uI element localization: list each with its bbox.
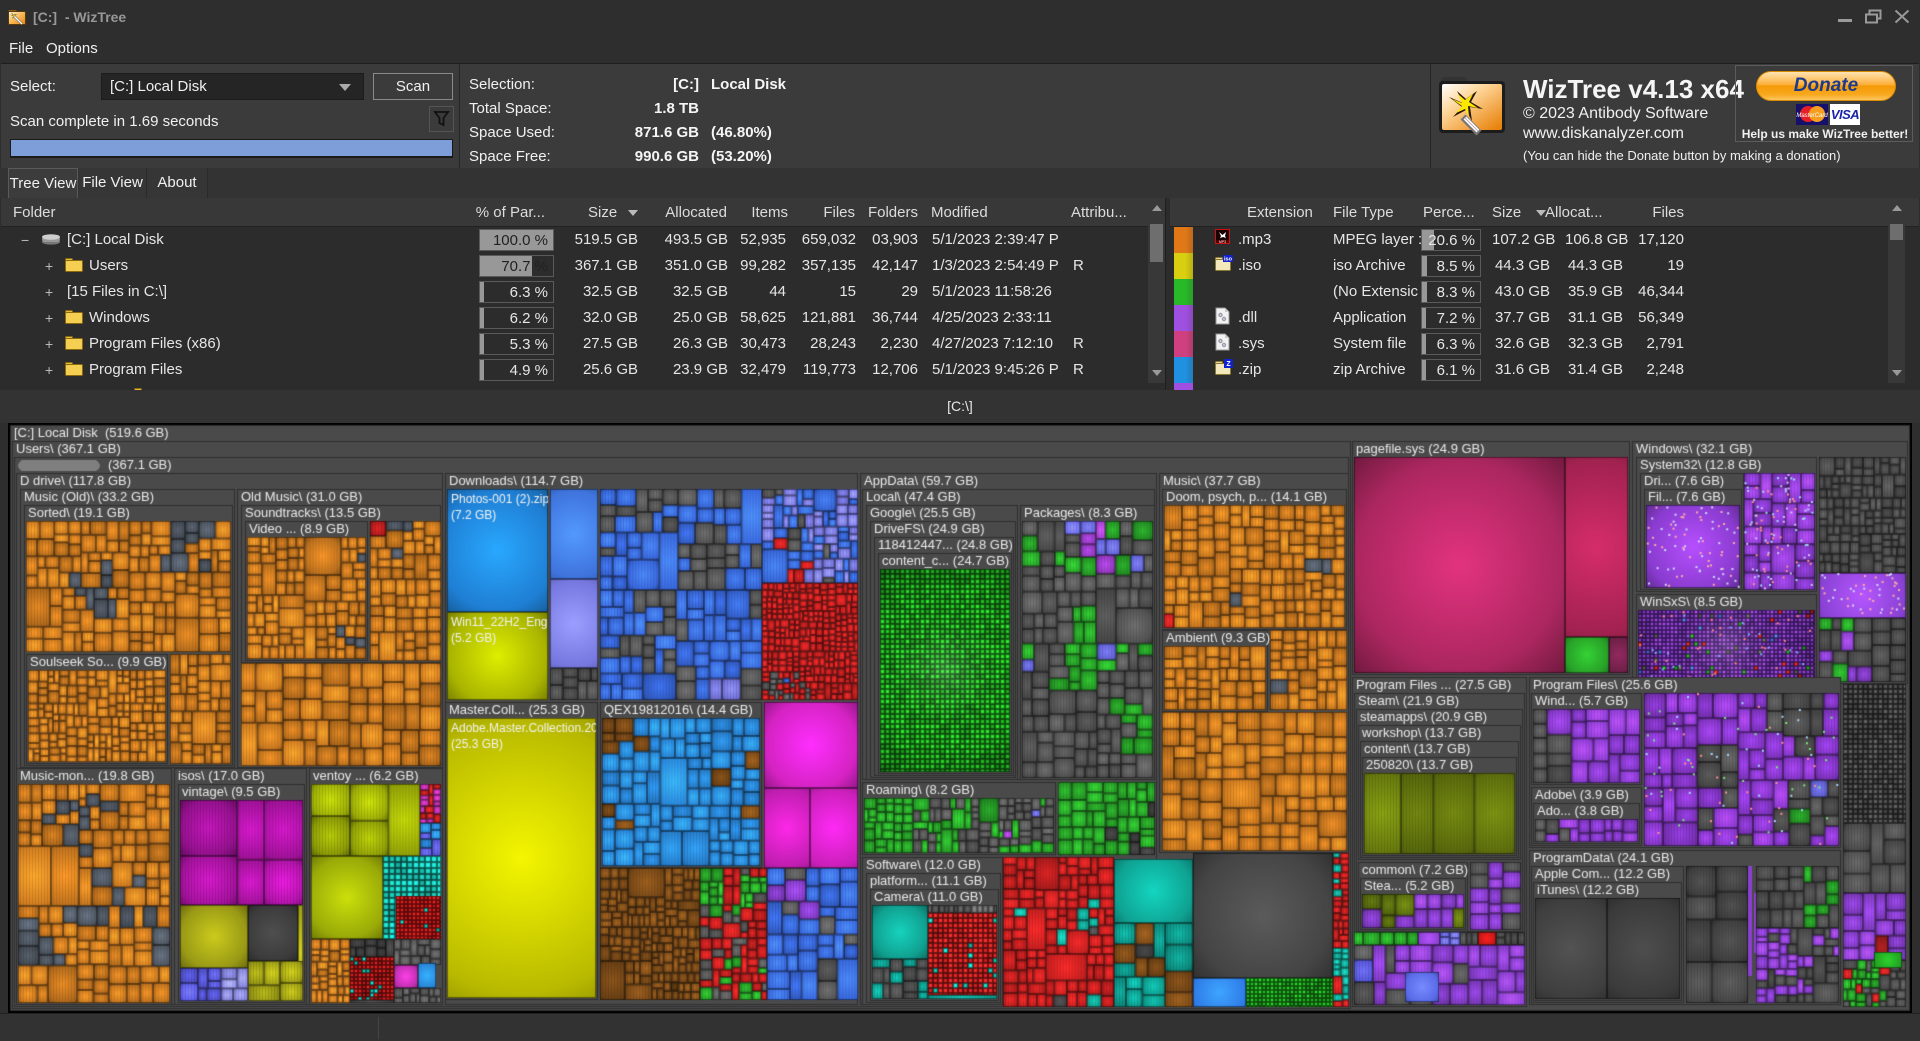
svg-text:Z: Z [1226,361,1231,368]
svg-text:MasterCard: MasterCard [1796,113,1828,119]
svg-text:iso: iso [1224,257,1233,263]
svg-text:MP3: MP3 [1219,240,1226,244]
